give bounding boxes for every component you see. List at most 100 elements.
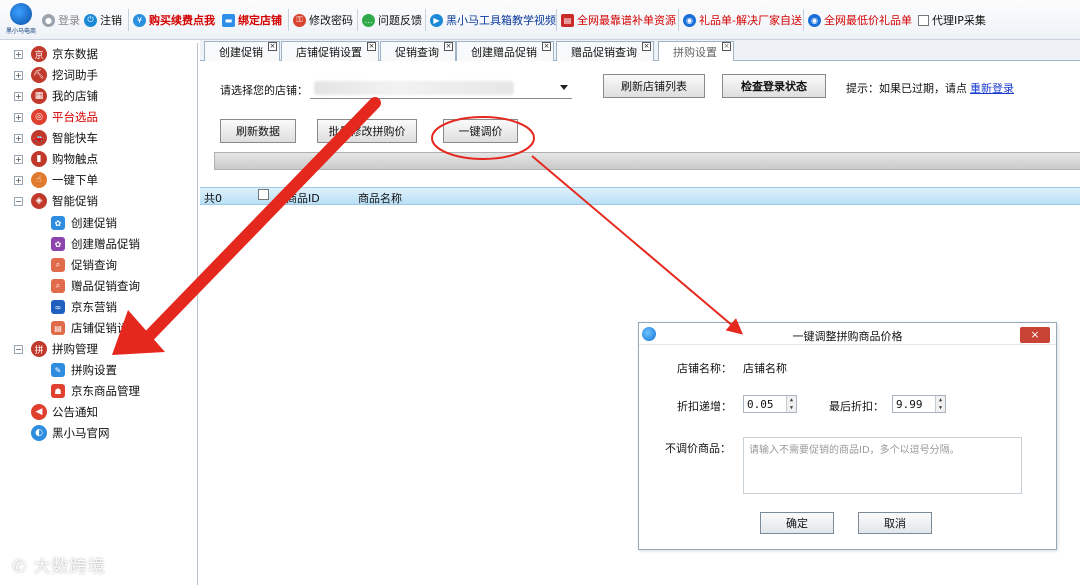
select-all-checkbox[interactable] bbox=[258, 189, 269, 200]
batch-modify-price-button[interactable]: 批量修改拼购价 bbox=[317, 119, 417, 143]
supplement-resource-link[interactable]: ▤ 全网最靠谱补单资源 bbox=[561, 11, 676, 29]
store-promo-icon: ▤ bbox=[51, 321, 65, 335]
search-gift-icon: ⌕ bbox=[51, 279, 65, 293]
tab-promo-query[interactable]: 促销查询 × bbox=[380, 41, 456, 61]
logout-button[interactable]: ⏻ 注销 bbox=[84, 11, 122, 29]
exclude-goods-textarea[interactable]: 请输入不需要促销的商品ID，多个以逗号分隔。 bbox=[743, 437, 1022, 494]
expand-icon[interactable]: + bbox=[14, 49, 23, 59]
sidebar-item-keyword[interactable]: + ⛏ 挖词助手 bbox=[14, 65, 98, 85]
store-label: 请选择您的店铺： bbox=[220, 84, 308, 97]
checkbox-icon bbox=[918, 14, 929, 26]
close-tab-icon[interactable]: × bbox=[542, 42, 551, 51]
expire-hint: 提示：如果已过期，请点 bbox=[846, 82, 967, 95]
relogin-link[interactable]: 重新登录 bbox=[970, 80, 1014, 96]
cancel-button[interactable]: 取消 bbox=[858, 512, 932, 534]
create-promo-icon: ✿ bbox=[51, 216, 65, 230]
final-discount-input[interactable]: 9.99 ▲ ▼ bbox=[892, 395, 946, 413]
notice-icon: ◀ bbox=[31, 404, 47, 420]
group-settings-icon: ✎ bbox=[51, 363, 65, 377]
row-count: 共0 bbox=[204, 192, 222, 205]
sidebar-item-smart-promo[interactable]: − ◈ 智能促销 bbox=[14, 191, 98, 211]
expand-icon[interactable]: + bbox=[14, 112, 23, 122]
tutorial-video-button[interactable]: ▶ 黑小马工具箱教学视频 bbox=[430, 11, 556, 29]
login-button[interactable]: ● 登录 bbox=[42, 11, 80, 29]
tab-group-buy-settings[interactable]: 拼购设置 × bbox=[658, 41, 734, 61]
order-icon: ☝ bbox=[31, 172, 47, 188]
refresh-data-button[interactable]: 刷新数据 bbox=[220, 119, 296, 143]
sidebar-item-touchpoint[interactable]: + ▮ 购物触点 bbox=[14, 149, 98, 169]
sidebar-item-jd-marketing[interactable]: ∞ 京东营销 bbox=[51, 297, 117, 317]
collapse-icon[interactable]: − bbox=[14, 344, 23, 354]
expand-icon[interactable]: + bbox=[14, 70, 23, 80]
progress-bar bbox=[214, 152, 1080, 170]
column-header-id[interactable]: 商品ID bbox=[286, 190, 320, 206]
check-login-button[interactable]: 检查登录状态 bbox=[722, 74, 826, 98]
sidebar-item-jd-data[interactable]: + 京 京东数据 bbox=[14, 44, 98, 64]
expand-icon[interactable]: + bbox=[14, 91, 23, 101]
gift-icon: ◉ bbox=[683, 13, 696, 27]
sidebar-item-promo-query[interactable]: ⌕ 促销查询 bbox=[51, 255, 117, 275]
change-password-button[interactable]: ⚿ 修改密码 bbox=[293, 11, 353, 29]
store-select[interactable] bbox=[310, 79, 572, 99]
store-select-value bbox=[314, 81, 514, 95]
car-icon: 🚗 bbox=[31, 130, 47, 146]
sidebar-item-gift-promo-query[interactable]: ⌕ 赠品促销查询 bbox=[51, 276, 140, 296]
search-promo-icon: ⌕ bbox=[51, 258, 65, 272]
sidebar-item-smart-car[interactable]: + 🚗 智能快车 bbox=[14, 128, 98, 148]
tab-store-promo-settings[interactable]: 店铺促销设置 × bbox=[281, 41, 379, 61]
collapse-icon[interactable]: − bbox=[14, 196, 23, 206]
tab-bar: 创建促销 × 店铺促销设置 × 促销查询 × 创建赠品促销 × 赠品促销查询 ×… bbox=[200, 40, 1080, 61]
proxy-ip-checkbox[interactable]: 代理IP采集 bbox=[918, 11, 986, 29]
close-tab-icon[interactable]: × bbox=[367, 42, 376, 51]
buy-renew-button[interactable]: ¥ 购买续费点我 bbox=[133, 11, 215, 29]
store-icon: ▦ bbox=[31, 88, 47, 104]
tab-gift-promo-query[interactable]: 赠品促销查询 × bbox=[556, 41, 654, 61]
sidebar-item-my-store[interactable]: + ▦ 我的店铺 bbox=[14, 86, 98, 106]
cheapest-gift-link[interactable]: ◉ 全网最低价礼品单 bbox=[808, 11, 912, 29]
sidebar-item-store-promo-settings[interactable]: ▤ 店铺促销设置 bbox=[51, 318, 140, 338]
tab-create-gift-promo[interactable]: 创建赠品促销 × bbox=[456, 41, 554, 61]
grid-header: 共0 商品ID 商品名称 bbox=[200, 187, 1080, 205]
close-tab-icon[interactable]: × bbox=[642, 42, 651, 51]
expand-icon[interactable]: + bbox=[14, 133, 23, 143]
watermark-logo-icon: ✆ bbox=[12, 557, 34, 577]
expand-icon[interactable]: + bbox=[14, 154, 23, 164]
gift-icon: ◉ bbox=[808, 13, 821, 27]
power-icon: ⏻ bbox=[84, 13, 97, 27]
spinner-icon[interactable]: ▲ ▼ bbox=[786, 396, 796, 412]
key-icon: ⚿ bbox=[293, 13, 306, 27]
sidebar-item-create-gift-promo[interactable]: ✿ 创建赠品促销 bbox=[51, 234, 140, 254]
play-icon: ▶ bbox=[430, 13, 443, 27]
horse-logo-icon bbox=[10, 3, 32, 25]
sidebar-item-notice[interactable]: ◀ 公告通知 bbox=[31, 402, 98, 422]
close-tab-icon[interactable]: × bbox=[722, 42, 731, 51]
sidebar-item-jd-goods[interactable]: ☗ 京东商品管理 bbox=[51, 381, 140, 401]
store-name-value: 店铺名称 bbox=[743, 362, 787, 375]
tab-create-promo[interactable]: 创建促销 × bbox=[204, 41, 280, 61]
close-tab-icon[interactable]: × bbox=[268, 42, 277, 51]
top-toolbar: 黑小马电商 ● 登录 ⏻ 注销 ¥ 购买续费点我 ▬ 绑定店铺 ⚿ 修改密码 …… bbox=[0, 0, 1080, 40]
ok-button[interactable]: 确定 bbox=[760, 512, 834, 534]
discount-step-input[interactable]: 0.05 ▲ ▼ bbox=[743, 395, 797, 413]
refresh-store-list-button[interactable]: 刷新店铺列表 bbox=[603, 74, 705, 98]
feedback-button[interactable]: … 问题反馈 bbox=[362, 11, 422, 29]
column-header-name[interactable]: 商品名称 bbox=[358, 190, 402, 206]
close-icon[interactable]: × bbox=[1020, 327, 1050, 343]
sidebar-item-platform-select[interactable]: + ◎ 平台选品 bbox=[14, 107, 98, 127]
sidebar-item-official-site[interactable]: ◐ 黑小马官网 bbox=[31, 423, 110, 443]
exclude-goods-label: 不调价商品： bbox=[665, 442, 731, 455]
logo-text: 黑小马电商 bbox=[5, 28, 36, 35]
gift-order-link[interactable]: ◉ 礼品单-解决厂家自送 bbox=[683, 11, 802, 29]
one-click-adjust-button[interactable]: 一键调价 bbox=[443, 119, 518, 143]
close-tab-icon[interactable]: × bbox=[444, 42, 453, 51]
group-buy-icon: 拼 bbox=[31, 341, 47, 357]
bind-store-button[interactable]: ▬ 绑定店铺 bbox=[222, 11, 282, 29]
goods-icon: ☗ bbox=[51, 384, 65, 398]
sidebar-item-group-buy-settings[interactable]: ✎ 拼购设置 bbox=[51, 360, 117, 380]
sidebar-item-create-promo[interactable]: ✿ 创建促销 bbox=[51, 213, 117, 233]
user-icon: ● bbox=[42, 13, 55, 27]
sidebar-item-one-click-order[interactable]: + ☝ 一键下单 bbox=[14, 170, 98, 190]
sidebar-item-group-buy[interactable]: − 拼 拼购管理 bbox=[14, 339, 98, 359]
spinner-icon[interactable]: ▲ ▼ bbox=[935, 396, 945, 412]
expand-icon[interactable]: + bbox=[14, 175, 23, 185]
